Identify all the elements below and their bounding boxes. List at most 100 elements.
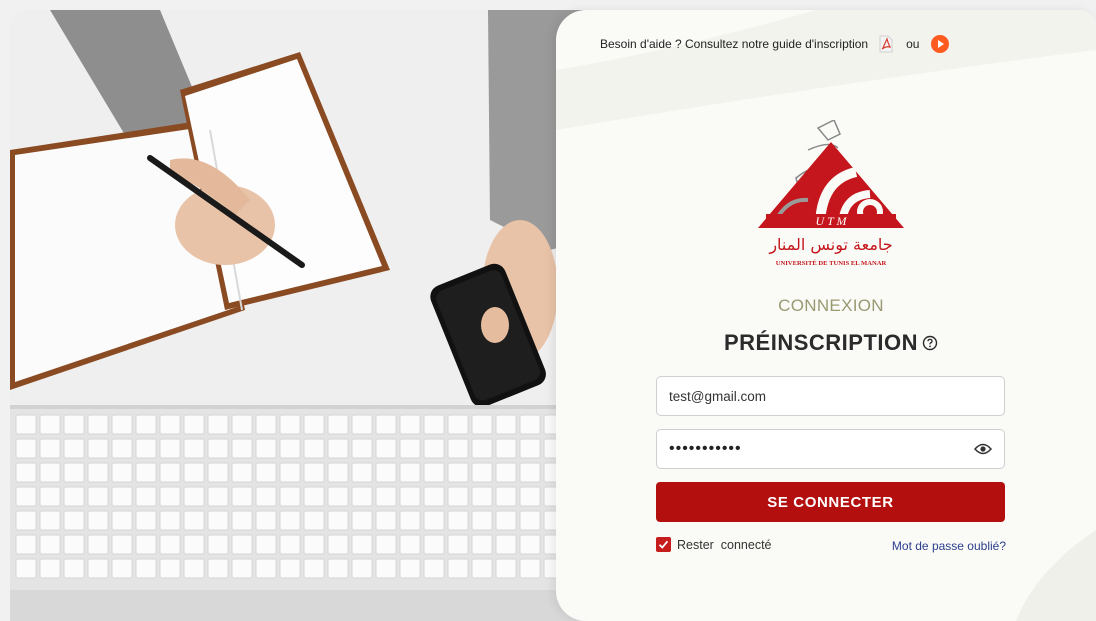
keyboard-key	[519, 462, 541, 483]
logo-arabic-name: جامعة تونس المنار	[768, 235, 892, 255]
keyboard-key	[519, 510, 541, 531]
keyboard-key	[87, 486, 109, 507]
keyboard-key	[231, 534, 253, 555]
keyboard-key	[135, 534, 157, 555]
pdf-icon[interactable]	[878, 35, 894, 53]
keyboard-key	[87, 558, 109, 579]
keyboard-key	[39, 486, 61, 507]
email-field[interactable]	[656, 376, 1005, 416]
university-logo: U T M جامعة تونس المنار UNIVERSITÉ DE TU…	[758, 118, 904, 280]
desk-illustration	[10, 10, 588, 621]
help-circle-icon[interactable]	[922, 335, 938, 351]
keyboard-key	[375, 510, 397, 531]
keyboard-key	[303, 558, 325, 579]
forgot-password-link[interactable]: Mot de passe oublié?	[866, 539, 1006, 553]
keyboard-key	[279, 534, 301, 555]
keyboard-key	[183, 510, 205, 531]
keyboard-key	[447, 510, 469, 531]
keyboard-key	[351, 534, 373, 555]
keyboard-key	[159, 510, 181, 531]
keyboard-key	[207, 414, 229, 435]
keyboard-key	[207, 462, 229, 483]
keyboard-key	[15, 414, 37, 435]
keyboard-key	[327, 510, 349, 531]
login-button[interactable]: SE CONNECTER	[656, 482, 1005, 522]
keyboard-key	[351, 438, 373, 459]
keyboard-key	[159, 558, 181, 579]
keyboard-key	[111, 558, 133, 579]
logo-latin-name: UNIVERSITÉ DE TUNIS EL MANAR	[776, 259, 887, 267]
keyboard-key	[375, 462, 397, 483]
help-bar: Besoin d'aide ? Consultez notre guide d'…	[600, 32, 1040, 56]
keyboard-key	[279, 414, 301, 435]
keyboard-key	[447, 438, 469, 459]
keyboard-key	[231, 558, 253, 579]
keyboard-key	[423, 510, 445, 531]
keyboard-key	[63, 438, 85, 459]
keyboard-key	[87, 510, 109, 531]
keyboard-key	[63, 414, 85, 435]
keyboard-key	[471, 486, 493, 507]
keyboard-key	[471, 462, 493, 483]
keyboard-key	[15, 438, 37, 459]
keyboard-key	[423, 438, 445, 459]
keyboard-key	[495, 462, 517, 483]
keyboard-key	[135, 414, 157, 435]
keyboard-key	[495, 510, 517, 531]
play-icon[interactable]	[931, 35, 950, 53]
logo-letters: U T M	[815, 214, 847, 228]
keyboard-key	[87, 414, 109, 435]
keyboard-key	[471, 510, 493, 531]
keyboard-key	[375, 438, 397, 459]
keyboard-key	[279, 558, 301, 579]
remember-checkbox[interactable]	[656, 537, 671, 552]
keyboard-key	[399, 510, 421, 531]
keyboard-key	[327, 462, 349, 483]
keyboard-key	[207, 438, 229, 459]
keyboard-key	[279, 486, 301, 507]
keyboard-key	[183, 462, 205, 483]
keyboard-key	[375, 534, 397, 555]
keyboard-key	[423, 486, 445, 507]
keyboard-key	[111, 486, 133, 507]
keyboard-key	[327, 486, 349, 507]
keyboard-key	[399, 486, 421, 507]
keyboard-key	[63, 534, 85, 555]
keyboard-key	[15, 534, 37, 555]
keyboard-key	[135, 558, 157, 579]
keyboard-key	[231, 438, 253, 459]
keyboard-key	[303, 438, 325, 459]
keyboard-key	[327, 534, 349, 555]
keyboard-key	[159, 462, 181, 483]
keyboard-key	[375, 558, 397, 579]
keyboard-key	[519, 486, 541, 507]
keyboard-key	[255, 510, 277, 531]
keyboard-key	[279, 510, 301, 531]
keyboard-key	[231, 414, 253, 435]
keyboard-key	[87, 462, 109, 483]
keyboard-key	[63, 510, 85, 531]
keyboard-key	[423, 534, 445, 555]
keyboard-key	[471, 438, 493, 459]
checkmark-icon	[658, 540, 669, 549]
keyboard-key	[399, 558, 421, 579]
keyboard-key	[183, 558, 205, 579]
keyboard-key	[351, 558, 373, 579]
keyboard-key	[279, 462, 301, 483]
keyboard-key	[231, 486, 253, 507]
keyboard-key	[231, 510, 253, 531]
password-field[interactable]	[656, 429, 1005, 469]
keyboard-key	[15, 510, 37, 531]
keyboard-key	[39, 438, 61, 459]
keyboard-key	[471, 534, 493, 555]
keyboard-key	[471, 414, 493, 435]
email-input[interactable]	[669, 388, 992, 404]
keyboard-key	[303, 534, 325, 555]
keyboard-key	[303, 414, 325, 435]
keyboard-key	[519, 414, 541, 435]
keyboard-key	[495, 558, 517, 579]
eye-icon[interactable]	[973, 442, 993, 456]
password-input[interactable]	[669, 440, 974, 458]
remember-me[interactable]: Rester connecté	[656, 537, 772, 552]
keyboard-key	[303, 486, 325, 507]
